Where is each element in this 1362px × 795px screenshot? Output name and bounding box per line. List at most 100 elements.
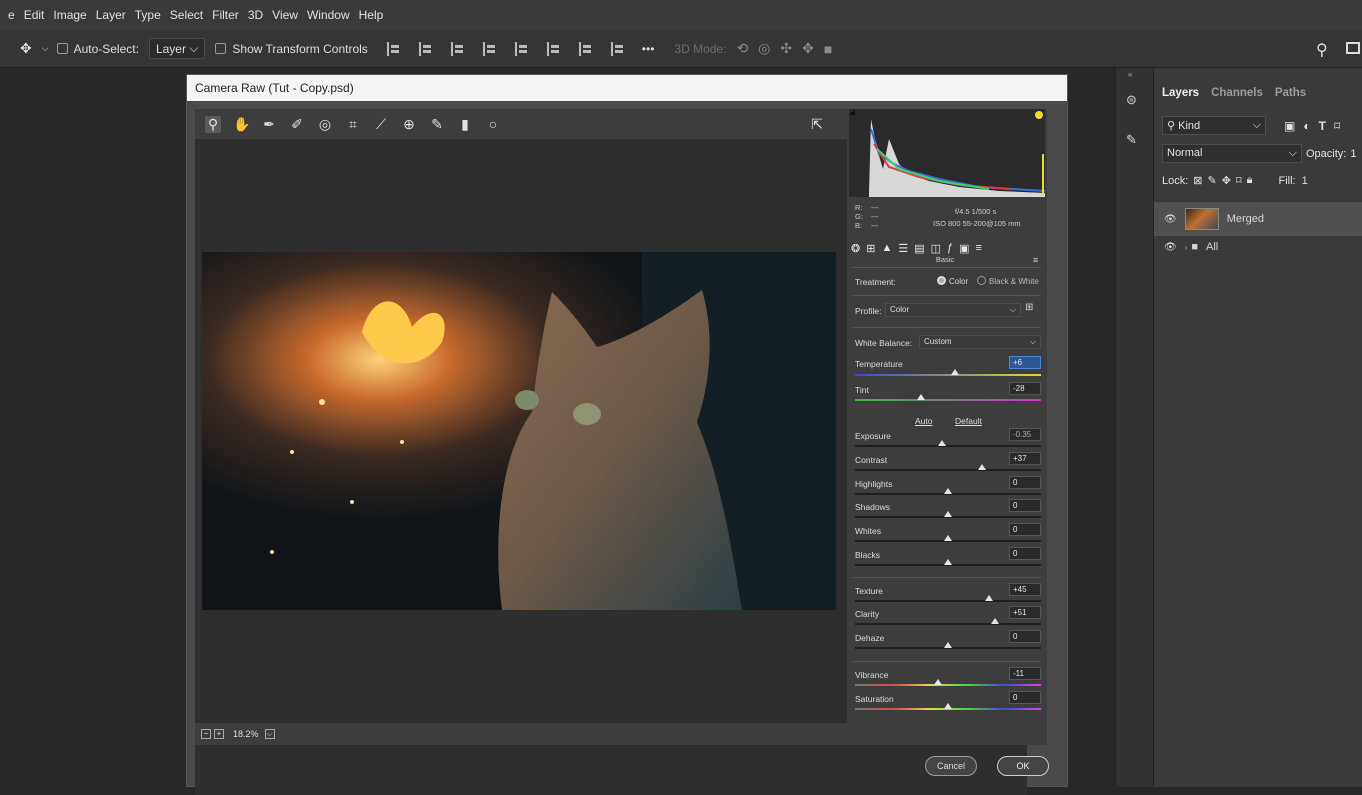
lock-position-icon[interactable]: ✥ [1222, 174, 1231, 187]
layer-row-merged[interactable]: 👁︎ Merged [1154, 202, 1362, 236]
texture-field[interactable]: +45 [1009, 583, 1041, 596]
3d-roll-icon[interactable]: ◎ [758, 40, 770, 57]
highlights-thumb[interactable] [944, 488, 952, 494]
align-middle-icon[interactable] [546, 41, 561, 56]
open-preferences-icon[interactable]: ⇱ [809, 116, 825, 133]
auto-button[interactable]: Auto [915, 416, 933, 426]
3d-camera-icon[interactable]: ■ [824, 41, 832, 57]
blacks-thumb[interactable] [944, 559, 952, 565]
menu-item-layer[interactable]: Layer [96, 8, 126, 22]
straighten-tool-icon[interactable]: ⟋ [373, 116, 389, 133]
vibrance-thumb[interactable] [934, 679, 942, 685]
vibrance-slider[interactable] [855, 679, 1041, 686]
tab-layers[interactable]: Layers [1162, 87, 1199, 99]
lock-transparent-icon[interactable]: ⊠ [1193, 174, 1202, 187]
tab-detail-icon[interactable]: ▲ [881, 242, 892, 254]
highlights-slider[interactable] [855, 488, 1041, 495]
menu-item-select[interactable]: Select [170, 8, 203, 22]
whites-thumb[interactable] [944, 535, 952, 541]
contrast-thumb[interactable] [978, 464, 986, 470]
blacks-field[interactable]: 0 [1009, 547, 1041, 560]
align-center-icon[interactable] [418, 41, 433, 56]
zoom-tool-icon[interactable]: ⚲ [205, 115, 221, 133]
profile-dropdown[interactable]: Color ⌵ [885, 303, 1021, 317]
ok-button[interactable]: OK [997, 756, 1049, 776]
tab-lens-icon[interactable]: ◫ [931, 242, 941, 255]
filter-shape-icon[interactable]: ⌑ [1334, 119, 1340, 133]
tab-paths[interactable]: Paths [1275, 87, 1306, 99]
3d-drag-icon[interactable]: ✣ [780, 40, 792, 57]
spot-removal-icon[interactable]: ⊕ [401, 116, 417, 133]
distribute-horizontal-icon[interactable] [610, 41, 625, 56]
visibility-eye-icon[interactable]: 👁︎ [1164, 242, 1177, 253]
contrast-slider[interactable] [855, 464, 1041, 471]
layer-row-all[interactable]: 👁︎ › ■ All [1154, 234, 1362, 260]
blacks-slider[interactable] [855, 559, 1041, 566]
profile-browser-icon[interactable]: ⊞ [1025, 302, 1033, 313]
auto-select-checkbox[interactable]: Auto-Select: [56, 42, 139, 56]
dehaze-slider[interactable] [855, 642, 1041, 649]
lock-all-icon[interactable]: 🔒︎ [1247, 174, 1253, 187]
panel-menu-icon[interactable]: ≡ [1033, 255, 1038, 265]
menu-item-edit[interactable]: Edit [24, 8, 45, 22]
menu-item-image[interactable]: Image [53, 8, 86, 22]
highlights-field[interactable]: 0 [1009, 476, 1041, 489]
menu-item-type[interactable]: Type [135, 8, 161, 22]
align-top-icon[interactable] [514, 41, 529, 56]
search-icon[interactable]: ⚲ [1316, 40, 1328, 60]
tint-thumb[interactable] [917, 394, 925, 400]
dehaze-field[interactable]: 0 [1009, 630, 1041, 643]
shadows-slider[interactable] [855, 511, 1041, 518]
vibrance-field[interactable]: -11 [1009, 667, 1041, 680]
graduated-filter-icon[interactable]: ▮ [457, 116, 473, 133]
align-right-icon[interactable] [450, 41, 465, 56]
dehaze-thumb[interactable] [944, 642, 952, 648]
whites-field[interactable]: 0 [1009, 523, 1041, 536]
fill-value[interactable]: 1 [1302, 175, 1308, 187]
crop-tool-icon[interactable]: ⌗ [345, 116, 361, 133]
menu-item-view[interactable]: View [272, 8, 298, 22]
zoom-dropdown-chevron-icon[interactable]: ⌵ [264, 729, 275, 739]
saturation-thumb[interactable] [944, 703, 952, 709]
hand-tool-icon[interactable]: ✋ [233, 116, 250, 133]
clarity-slider[interactable] [855, 618, 1041, 625]
more-options-button[interactable]: ••• [642, 42, 655, 56]
3d-slide-icon[interactable]: ✥ [802, 40, 814, 57]
menu-item-help[interactable]: Help [359, 8, 384, 22]
tint-field[interactable]: -28 [1009, 382, 1041, 395]
texture-slider[interactable] [855, 595, 1041, 602]
shadows-thumb[interactable] [944, 511, 952, 517]
tab-channels[interactable]: Channels [1211, 87, 1263, 99]
whites-slider[interactable] [855, 535, 1041, 542]
workspace-icon[interactable] [1346, 42, 1360, 54]
default-button[interactable]: Default [955, 416, 982, 426]
menu-item-edit-trunc[interactable]: e [8, 8, 15, 22]
menu-item-3d[interactable]: 3D [248, 8, 263, 22]
zoom-level[interactable]: 18.2% [233, 729, 259, 739]
filter-pixel-icon[interactable]: ▣ [1284, 119, 1295, 133]
contrast-field[interactable]: +37 [1009, 452, 1041, 465]
targeted-adjustment-icon[interactable]: ◎ [317, 116, 333, 133]
filter-type-icon[interactable]: T [1319, 119, 1326, 133]
kind-filter-dropdown[interactable]: ⚲ Kind ⌵ [1162, 116, 1266, 135]
radial-filter-icon[interactable]: ○ [485, 116, 501, 132]
exposure-thumb[interactable] [938, 440, 946, 446]
align-left-icon[interactable] [386, 41, 401, 56]
temperature-thumb[interactable] [951, 369, 959, 375]
adjustment-brush-icon[interactable]: ✎ [429, 116, 445, 133]
white-balance-dropdown[interactable]: Custom ⌵ [919, 335, 1041, 349]
filter-adjustment-icon[interactable]: ◐ [1303, 119, 1310, 133]
color-sampler-icon[interactable]: ✐ [289, 116, 305, 133]
clarity-field[interactable]: +51 [1009, 606, 1041, 619]
treatment-color-radio[interactable] [937, 276, 946, 285]
white-balance-tool-icon[interactable]: ✒ [261, 116, 277, 133]
tab-basic-icon[interactable]: ❂ [851, 242, 860, 255]
saturation-slider[interactable] [855, 703, 1041, 710]
clarity-thumb[interactable] [991, 618, 999, 624]
exposure-field[interactable]: -0.35 [1009, 428, 1041, 441]
temperature-slider[interactable] [855, 369, 1041, 376]
menu-item-window[interactable]: Window [307, 8, 350, 22]
exposure-slider[interactable] [855, 440, 1041, 447]
brush-settings-icon[interactable]: ✎ [1126, 132, 1137, 148]
collapse-panels-icon[interactable]: « [1128, 70, 1132, 79]
